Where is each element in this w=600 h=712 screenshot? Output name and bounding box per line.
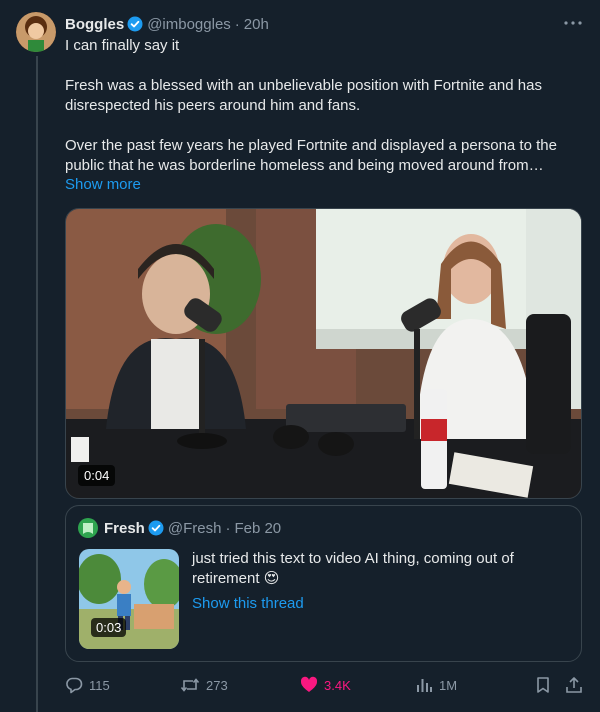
tweet-actions-bar: 115 273 3.4K 1M	[65, 674, 585, 696]
tweet-paragraph: Over the past few years he played Fortni…	[65, 137, 557, 174]
retweet-count: 273	[206, 677, 228, 693]
quoted-avatar	[78, 518, 98, 538]
retweet-icon	[180, 678, 200, 692]
quoted-tweet[interactable]: Fresh @Fresh · Feb 20 0:03 just tried th…	[65, 505, 582, 662]
reply-count: 115	[89, 677, 110, 693]
reply-icon	[66, 677, 83, 694]
quoted-tweet-text: just tried this text to video AI thing, …	[192, 550, 514, 587]
heart-icon	[300, 676, 318, 692]
separator-dot: ·	[225, 519, 231, 537]
tweet-header: Boggles @imboggles · 20h	[65, 13, 584, 35]
bookmark-button[interactable]	[535, 674, 557, 696]
retweet-button[interactable]: 273	[180, 674, 228, 696]
show-more-link[interactable]: Show more	[65, 176, 141, 193]
like-button[interactable]: 3.4K	[300, 674, 351, 696]
separator-dot: ·	[234, 15, 240, 33]
bookmark-icon	[537, 677, 549, 693]
reply-button[interactable]: 115	[65, 674, 110, 696]
verified-badge-icon	[148, 520, 164, 536]
quoted-video-thumbnail[interactable]: 0:03	[79, 549, 179, 649]
quoted-tweet-header: Fresh @Fresh · Feb 20	[78, 518, 281, 538]
video-frame	[66, 209, 581, 498]
author-handle[interactable]: @imboggles	[147, 16, 231, 33]
tweet-text: I can finally say it Fresh was a blessed…	[65, 36, 580, 176]
tweet-time[interactable]: 20h	[244, 16, 269, 33]
tweet-paragraph: I can finally say it	[65, 37, 180, 54]
views-button[interactable]: 1M	[415, 674, 457, 696]
quoted-tweet-date: Feb 20	[234, 519, 282, 537]
quoted-author-handle: @Fresh	[167, 519, 222, 537]
share-icon	[566, 677, 582, 693]
views-count: 1M	[439, 677, 458, 693]
share-button[interactable]	[565, 674, 589, 696]
verified-badge-icon	[127, 16, 143, 32]
show-this-thread-link[interactable]: Show this thread	[192, 595, 304, 612]
quoted-author-name: Fresh	[104, 519, 145, 537]
like-count: 3.4K	[324, 677, 351, 693]
avatar[interactable]	[16, 12, 56, 52]
views-icon	[417, 679, 432, 692]
tweet-paragraph: Fresh was a blessed with an unbelievable…	[65, 77, 542, 114]
thread-line	[36, 56, 38, 712]
author-name[interactable]: Boggles	[65, 16, 124, 33]
video-duration-badge: 0:04	[78, 465, 116, 486]
video-duration-badge: 0:03	[91, 618, 127, 637]
video-player[interactable]: 0:04	[65, 208, 582, 499]
more-options-icon[interactable]	[562, 13, 584, 33]
